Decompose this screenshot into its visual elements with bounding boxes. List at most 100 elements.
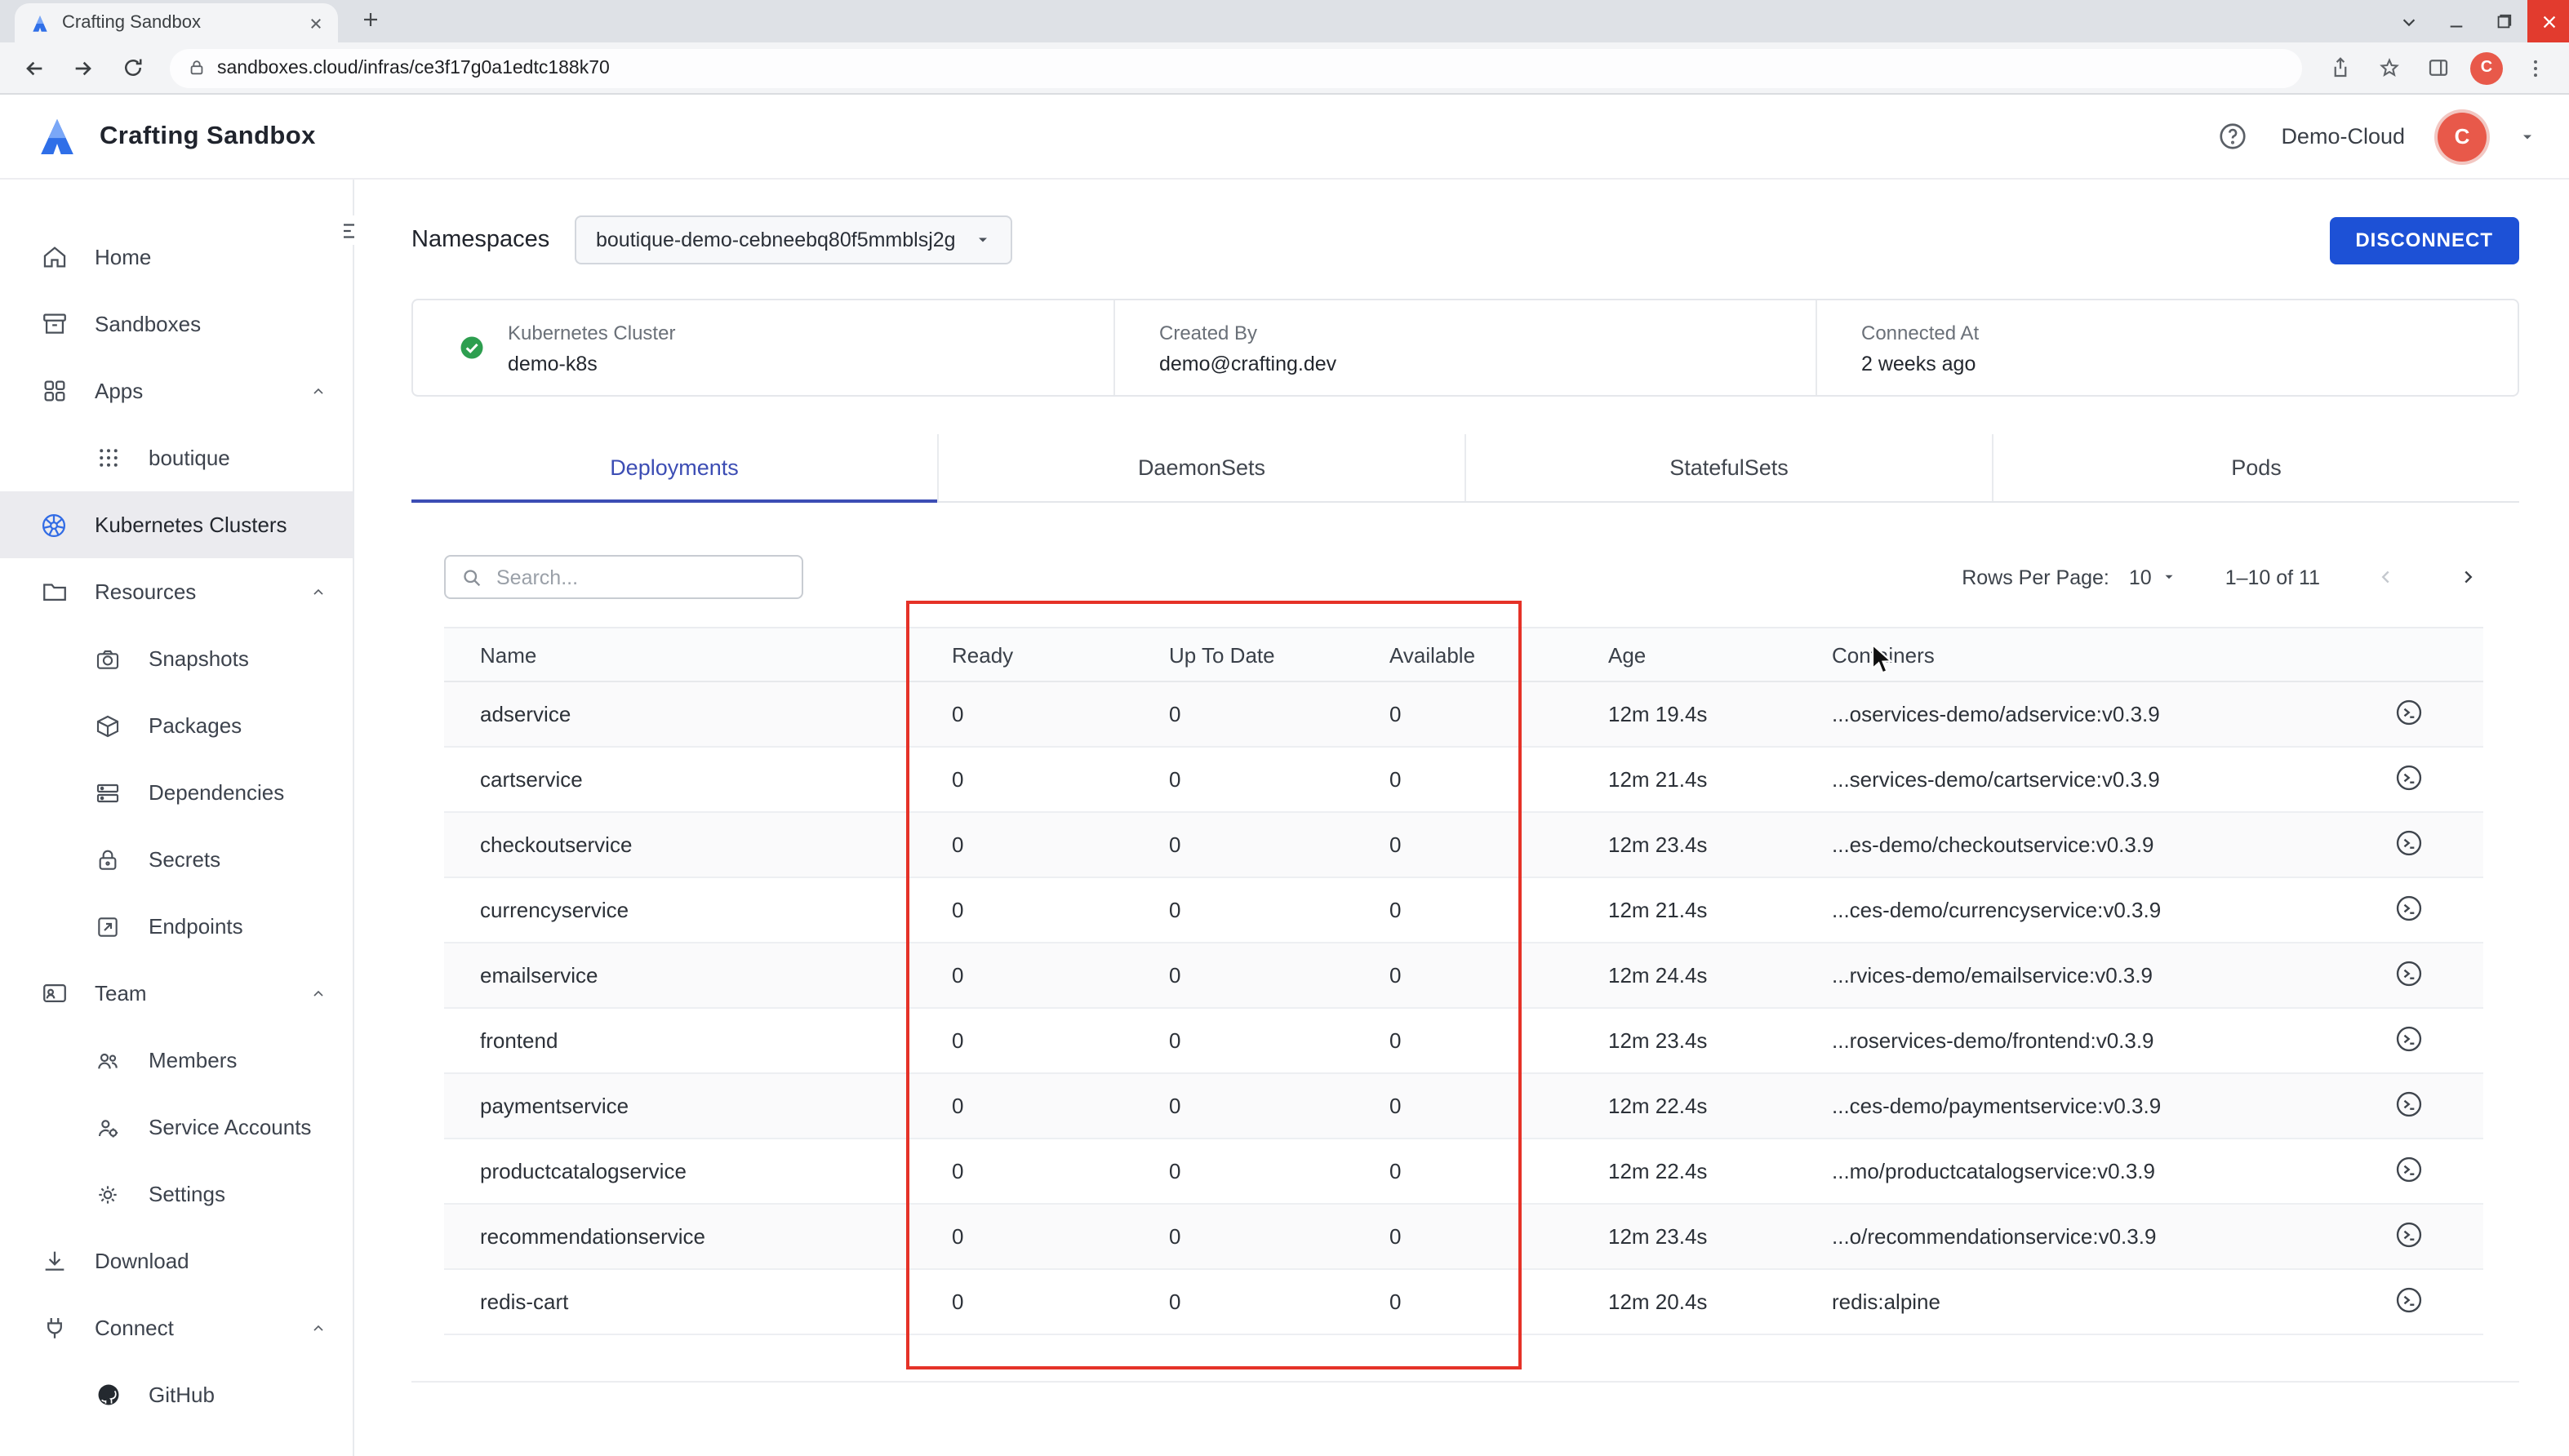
sidebar-item-members[interactable]: Members bbox=[0, 1027, 353, 1094]
cell-available: 0 bbox=[1353, 812, 1572, 878]
table-row[interactable]: currencyservice 0 0 0 12m 21.4s ...ces-d… bbox=[444, 877, 2483, 943]
browser-menu-kebab-icon[interactable] bbox=[2514, 47, 2557, 89]
account-menu-caret-icon[interactable] bbox=[2519, 128, 2536, 144]
sidebar-item-download[interactable]: Download bbox=[0, 1227, 353, 1294]
sidebar-item-snapshots[interactable]: Snapshots bbox=[0, 625, 353, 692]
tab-pods[interactable]: Pods bbox=[1992, 434, 2519, 501]
back-icon[interactable] bbox=[13, 47, 56, 89]
column-header-age: Age bbox=[1572, 627, 1796, 682]
table-row[interactable]: checkoutservice 0 0 0 12m 23.4s ...es-de… bbox=[444, 812, 2483, 878]
sidebar-item-settings[interactable]: Settings bbox=[0, 1161, 353, 1227]
deployments-table: Name Ready Up To Date Available Age Cont… bbox=[444, 627, 2483, 1335]
share-icon[interactable] bbox=[2318, 47, 2361, 89]
sidebar-item-packages[interactable]: Packages bbox=[0, 692, 353, 759]
window-menu-chevron-icon[interactable] bbox=[2385, 0, 2433, 42]
next-page-icon[interactable] bbox=[2451, 561, 2483, 593]
sidebar-item-label: Team bbox=[95, 981, 147, 1005]
terminal-icon[interactable] bbox=[2393, 892, 2425, 923]
table-row[interactable]: frontend 0 0 0 12m 23.4s ...roservices-d… bbox=[444, 1008, 2483, 1074]
terminal-icon[interactable] bbox=[2393, 1023, 2425, 1054]
connect-plug-icon bbox=[39, 1313, 69, 1343]
terminal-icon[interactable] bbox=[2393, 1153, 2425, 1184]
sidebar-item-team[interactable]: Team bbox=[0, 960, 353, 1027]
browser-profile-avatar[interactable]: C bbox=[2470, 51, 2503, 84]
table-row[interactable]: recommendationservice 0 0 0 12m 23.4s ..… bbox=[444, 1204, 2483, 1270]
terminal-icon[interactable] bbox=[2393, 1219, 2425, 1250]
browser-tab[interactable]: Crafting Sandbox bbox=[15, 3, 338, 42]
table-row[interactable]: paymentservice 0 0 0 12m 22.4s ...ces-de… bbox=[444, 1073, 2483, 1139]
terminal-icon[interactable] bbox=[2393, 957, 2425, 988]
sidebar-item-dependencies[interactable]: Dependencies bbox=[0, 759, 353, 826]
sidebar-item-secrets[interactable]: Secrets bbox=[0, 826, 353, 893]
column-header-available: Available bbox=[1353, 627, 1572, 682]
resource-tabs: Deployments DaemonSets StatefulSets Pods bbox=[411, 434, 2519, 503]
sidebar-item-connect[interactable]: Connect bbox=[0, 1294, 353, 1361]
chevron-up-icon[interactable] bbox=[310, 383, 327, 399]
table-row[interactable]: productcatalogservice 0 0 0 12m 22.4s ..… bbox=[444, 1139, 2483, 1205]
close-window-icon[interactable] bbox=[2527, 0, 2569, 42]
tab-deployments[interactable]: Deployments bbox=[411, 434, 937, 503]
check-circle-icon bbox=[457, 333, 487, 362]
sidebar-item-resources[interactable]: Resources bbox=[0, 558, 353, 625]
table-row[interactable]: redis-cart 0 0 0 12m 20.4s redis:alpine bbox=[444, 1269, 2483, 1335]
sidebar-item-sandboxes[interactable]: Sandboxes bbox=[0, 291, 353, 357]
terminal-icon[interactable] bbox=[2393, 827, 2425, 858]
sidebar-item-home[interactable]: Home bbox=[0, 224, 353, 291]
cell-available: 0 bbox=[1353, 681, 1572, 748]
tab-daemonsets[interactable]: DaemonSets bbox=[937, 434, 1465, 501]
sidebar-item-service-accounts[interactable]: Service Accounts bbox=[0, 1094, 353, 1161]
terminal-icon[interactable] bbox=[2393, 696, 2425, 727]
close-tab-icon[interactable] bbox=[309, 16, 323, 30]
settings-gear-icon bbox=[93, 1179, 122, 1209]
cell-age: 12m 21.4s bbox=[1572, 747, 1796, 813]
search-input[interactable] bbox=[496, 566, 787, 588]
terminal-icon[interactable] bbox=[2393, 761, 2425, 792]
previous-page-icon[interactable] bbox=[2369, 561, 2402, 593]
sidebar-item-apps[interactable]: Apps bbox=[0, 357, 353, 424]
chevron-up-icon[interactable] bbox=[310, 584, 327, 600]
url-text: sandboxes.cloud/infras/ce3f17g0a1edtc188… bbox=[217, 58, 610, 78]
cell-age: 12m 23.4s bbox=[1572, 1008, 1796, 1074]
tab-statefulsets[interactable]: StatefulSets bbox=[1465, 434, 1992, 501]
connected-at-label: Connected At bbox=[1861, 321, 1980, 344]
sidebar-item-boutique[interactable]: boutique bbox=[0, 424, 353, 491]
members-icon bbox=[93, 1045, 122, 1075]
cell-available: 0 bbox=[1353, 1269, 1572, 1335]
cell-ready: 0 bbox=[916, 1073, 1133, 1139]
cell-available: 0 bbox=[1353, 943, 1572, 1009]
terminal-icon[interactable] bbox=[2393, 1088, 2425, 1119]
cell-ready: 0 bbox=[916, 681, 1133, 748]
column-header-name: Name bbox=[444, 627, 916, 682]
table-header-row: Name Ready Up To Date Available Age Cont… bbox=[444, 627, 2483, 682]
cell-age: 12m 19.4s bbox=[1572, 681, 1796, 748]
github-icon bbox=[93, 1380, 122, 1409]
forward-icon[interactable] bbox=[62, 47, 104, 89]
cell-name: redis-cart bbox=[444, 1269, 916, 1335]
sandboxes-icon bbox=[39, 309, 69, 339]
sidebar-item-github[interactable]: GitHub bbox=[0, 1361, 353, 1428]
chevron-down-icon bbox=[976, 232, 992, 248]
sidebar-item-label: Settings bbox=[149, 1182, 225, 1206]
chevron-up-icon[interactable] bbox=[310, 985, 327, 1001]
user-avatar[interactable]: C bbox=[2438, 112, 2487, 161]
help-icon[interactable] bbox=[2217, 121, 2248, 152]
chevron-up-icon[interactable] bbox=[310, 1320, 327, 1336]
sidebar-item-kubernetes-clusters[interactable]: Kubernetes Clusters bbox=[0, 491, 353, 558]
new-tab-button[interactable] bbox=[351, 0, 390, 39]
maximize-window-icon[interactable] bbox=[2480, 0, 2527, 42]
terminal-icon[interactable] bbox=[2393, 1284, 2425, 1315]
cell-ready: 0 bbox=[916, 1269, 1133, 1335]
sidebar-item-endpoints[interactable]: Endpoints bbox=[0, 893, 353, 960]
apps-icon bbox=[39, 376, 69, 406]
table-row[interactable]: cartservice 0 0 0 12m 21.4s ...services-… bbox=[444, 747, 2483, 813]
bookmark-star-icon[interactable] bbox=[2367, 47, 2410, 89]
address-bar[interactable]: sandboxes.cloud/infras/ce3f17g0a1edtc188… bbox=[170, 48, 2302, 87]
minimize-window-icon[interactable] bbox=[2433, 0, 2480, 42]
disconnect-button[interactable]: DISCONNECT bbox=[2329, 216, 2519, 264]
table-row[interactable]: adservice 0 0 0 12m 19.4s ...oservices-d… bbox=[444, 681, 2483, 748]
table-row[interactable]: emailservice 0 0 0 12m 24.4s ...rvices-d… bbox=[444, 943, 2483, 1009]
side-panel-icon[interactable] bbox=[2416, 47, 2459, 89]
namespace-select[interactable]: boutique-demo-cebneebq80f5mmblsj2g bbox=[575, 215, 1013, 264]
reload-icon[interactable] bbox=[111, 47, 153, 89]
rows-per-page-select[interactable]: 10 bbox=[2129, 566, 2176, 588]
